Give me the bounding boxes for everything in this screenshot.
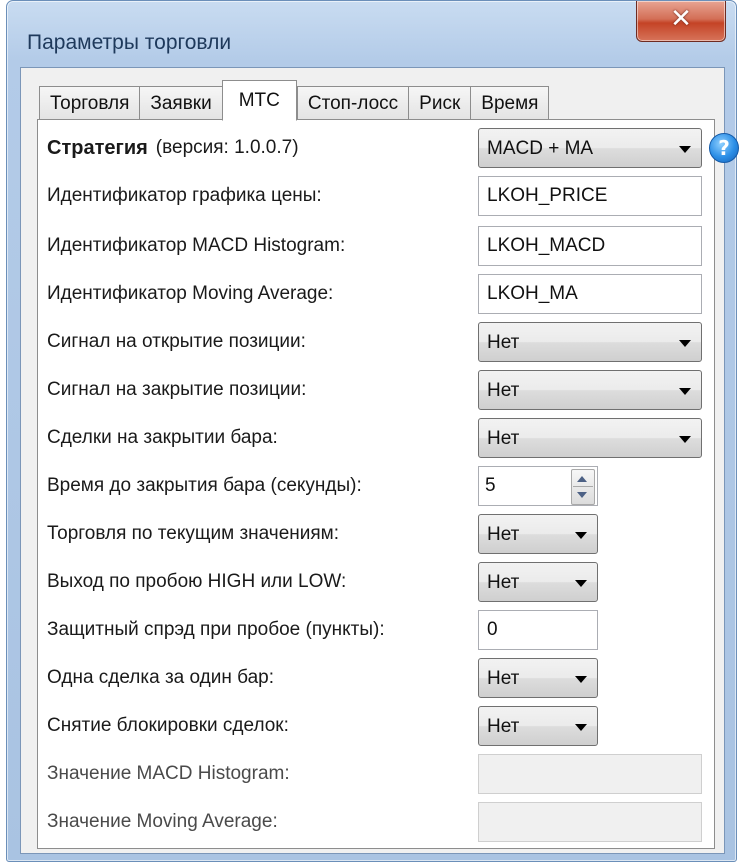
strategy-select-value: MACD + MA <box>487 138 594 159</box>
ma-value-field <box>478 802 702 842</box>
chevron-down-icon <box>575 724 587 731</box>
exit-breakout-select[interactable]: Нет <box>478 562 598 602</box>
tab-trading[interactable]: Торговля <box>39 86 141 120</box>
chevron-down-icon <box>679 388 691 395</box>
one-trade-per-bar-select[interactable]: Нет <box>478 658 598 698</box>
trade-current-values-label: Торговля по текущим значениям: <box>47 523 340 544</box>
open-signal-value: Нет <box>487 332 520 353</box>
trade-current-values-select[interactable]: Нет <box>478 514 598 554</box>
strategy-title: Стратегия <box>47 136 148 159</box>
protective-spread-input[interactable]: 0 <box>478 610 598 650</box>
chevron-down-icon <box>575 580 587 587</box>
dialog-client-area: Торговля Заявки МТС Стоп-лосс Риск Время… <box>20 67 739 854</box>
chevron-down-icon <box>679 146 691 153</box>
exit-breakout-value: Нет <box>487 572 520 593</box>
trade-current-values-value: Нет <box>487 524 520 545</box>
mts-tab-panel: Стратегия (версия: 1.0.0.7) MACD + MA ? … <box>37 119 739 849</box>
close-signal-value: Нет <box>487 380 520 401</box>
unblock-trades-select[interactable]: Нет <box>478 706 598 746</box>
macd-value-label: Значение MACD Histogram: <box>47 763 290 784</box>
bar-close-trades-select[interactable]: Нет <box>478 418 702 458</box>
spin-buttons[interactable] <box>571 469 595 505</box>
window-title: Параметры торговли <box>27 31 232 54</box>
dialog-window: Параметры торговли ✕ Торговля Заявки МТС… <box>6 0 739 862</box>
chevron-down-icon <box>575 532 587 539</box>
title-bar[interactable]: Параметры торговли ✕ <box>7 1 736 67</box>
exit-breakout-label: Выход по пробою HIGH или LOW: <box>47 571 347 592</box>
bar-close-trades-value: Нет <box>487 428 520 449</box>
chevron-down-icon <box>679 436 691 443</box>
unblock-trades-value: Нет <box>487 716 520 737</box>
strategy-select[interactable]: MACD + MA <box>478 128 702 168</box>
chevron-down-icon <box>679 340 691 347</box>
tab-time[interactable]: Время <box>470 86 550 120</box>
tab-mts[interactable]: МТС <box>221 80 297 121</box>
strategy-version: (версия: 1.0.0.7) <box>155 137 299 158</box>
price-chart-id-input[interactable]: LKOH_PRICE <box>478 176 702 216</box>
macd-value-field <box>478 754 702 794</box>
open-signal-select[interactable]: Нет <box>478 322 702 362</box>
spin-up-icon[interactable] <box>577 476 587 482</box>
tab-orders[interactable]: Заявки <box>139 86 223 120</box>
close-button[interactable]: ✕ <box>636 1 726 42</box>
close-signal-label: Сигнал на закрытие позиции: <box>47 379 307 400</box>
chevron-down-icon <box>575 676 587 683</box>
spin-divider <box>573 486 593 487</box>
tab-strip: Торговля Заявки МТС Стоп-лосс Риск Время <box>39 80 550 121</box>
help-icon[interactable]: ? <box>709 133 739 163</box>
close-signal-select[interactable]: Нет <box>478 370 702 410</box>
ma-id-label: Идентификатор Moving Average: <box>47 283 334 304</box>
time-to-bar-close-stepper[interactable]: 5 <box>478 466 598 506</box>
one-trade-per-bar-value: Нет <box>487 668 520 689</box>
ma-id-input[interactable]: LKOH_MA <box>478 274 702 314</box>
tab-risk[interactable]: Риск <box>408 86 472 120</box>
one-trade-per-bar-label: Одна сделка за один бар: <box>47 667 275 688</box>
open-signal-label: Сигнал на открытие позиции: <box>47 331 306 352</box>
unblock-trades-label: Снятие блокировки сделок: <box>47 715 289 736</box>
protective-spread-label: Защитный спрэд при пробое (пункты): <box>47 619 385 640</box>
price-chart-id-label: Идентификатор графика цены: <box>47 185 322 206</box>
close-icon: ✕ <box>670 4 692 34</box>
bar-close-trades-label: Сделки на закрытии бара: <box>47 427 278 448</box>
ma-value-label: Значение Moving Average: <box>47 811 278 832</box>
macd-id-label: Идентификатор MACD Histogram: <box>47 235 346 256</box>
tab-stop-loss[interactable]: Стоп-лосс <box>296 86 410 120</box>
strategy-label: Стратегия (версия: 1.0.0.7) <box>47 128 299 168</box>
spin-down-icon[interactable] <box>577 492 587 498</box>
macd-id-input[interactable]: LKOH_MACD <box>478 226 702 266</box>
time-to-bar-close-label: Время до закрытия бара (секунды): <box>47 475 362 496</box>
time-to-bar-close-value: 5 <box>485 475 496 496</box>
